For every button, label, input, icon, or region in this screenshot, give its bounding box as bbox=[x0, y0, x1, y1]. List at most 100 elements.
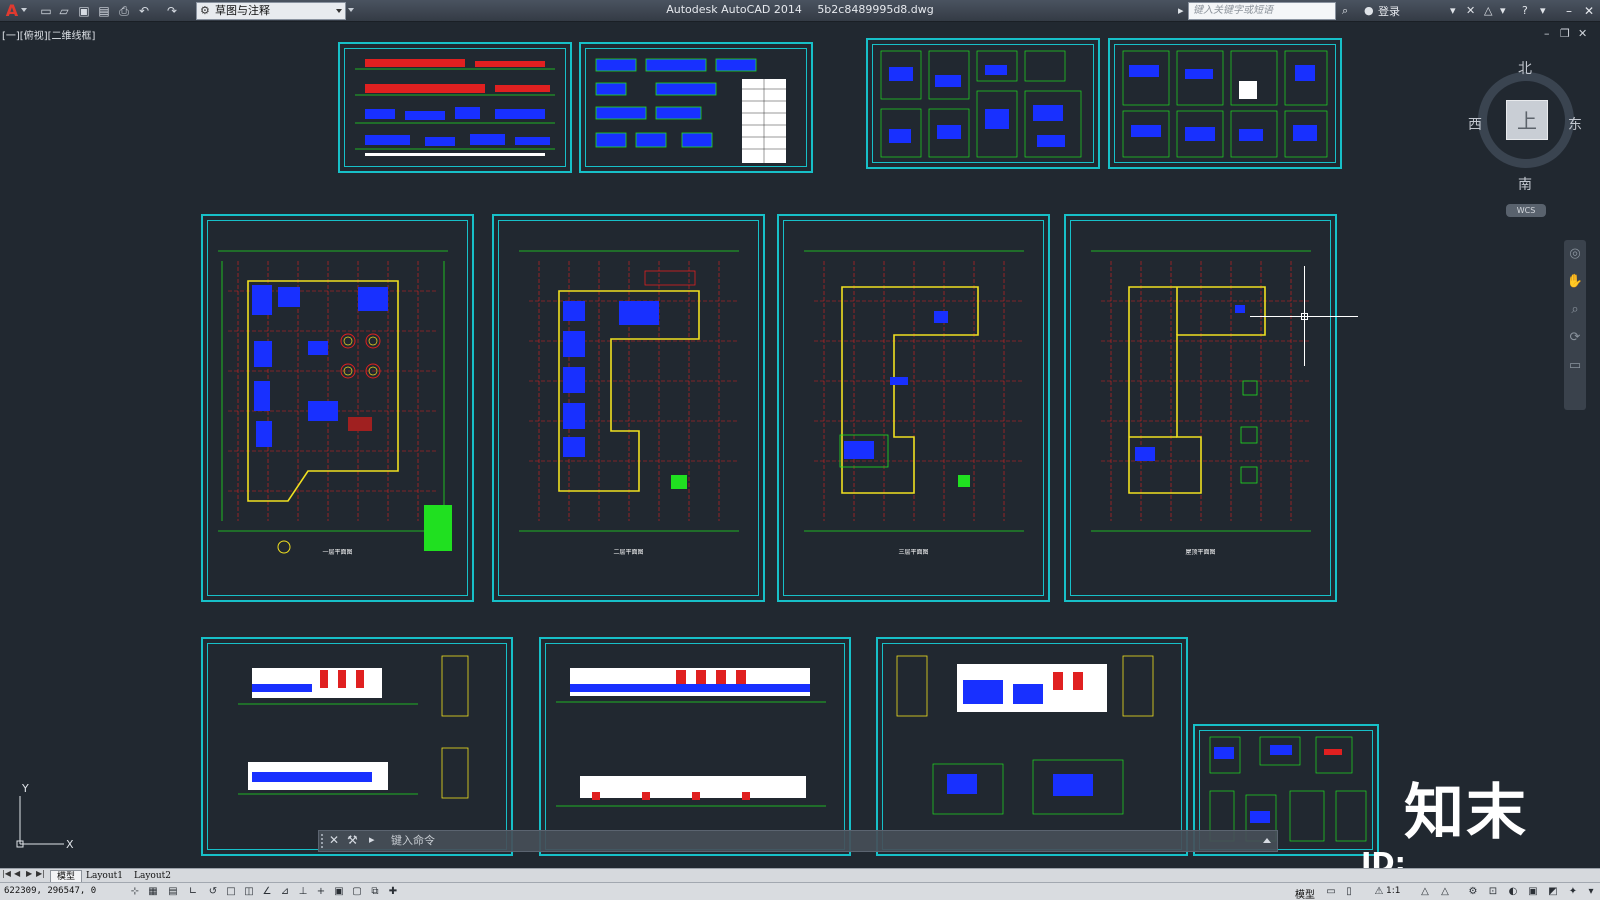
drawing-sheet-details-2 bbox=[579, 42, 813, 173]
viewcube[interactable]: 上 北 南 东 西 WCS bbox=[1468, 58, 1588, 217]
user-icon[interactable]: ● bbox=[1364, 3, 1374, 19]
command-input[interactable]: 键入命令 bbox=[391, 832, 1251, 850]
detail-drawings bbox=[595, 58, 786, 163]
quick-view-layouts-icon[interactable]: ▭ bbox=[1324, 885, 1338, 899]
viewport-controls-label[interactable]: [一][俯视][二维线框] bbox=[2, 27, 95, 42]
customize-toolbar-icon[interactable] bbox=[348, 8, 354, 12]
object-snap-tracking-icon[interactable]: ∠ bbox=[260, 885, 274, 899]
chevron-down-icon[interactable]: ▾ bbox=[1450, 3, 1456, 19]
redo-icon[interactable]: ↷ bbox=[164, 3, 180, 19]
drawing-sheet-wall-details bbox=[1108, 38, 1342, 169]
selection-cycling-icon[interactable]: ⧉ bbox=[368, 885, 382, 899]
search-expand-icon[interactable]: ▸ bbox=[1178, 3, 1184, 19]
coordinate-readout[interactable]: 622309, 296547, 0 bbox=[4, 886, 96, 896]
drawing-sheet-details-1 bbox=[338, 42, 572, 173]
tab-layout2[interactable]: Layout2 bbox=[128, 870, 177, 882]
compass-north[interactable]: 北 bbox=[1518, 58, 1532, 78]
section-drawing bbox=[896, 655, 1154, 815]
minimize-icon[interactable]: – bbox=[1560, 2, 1578, 20]
chevron-up-icon[interactable] bbox=[1263, 838, 1271, 843]
tab-model[interactable]: 模型 bbox=[50, 870, 83, 882]
open-folder-icon[interactable]: ▱ bbox=[56, 3, 72, 19]
new-file-icon[interactable]: ▭ bbox=[38, 3, 54, 19]
annotation-scale-icon[interactable]: ⚠ bbox=[1372, 885, 1386, 899]
lineweight-icon[interactable]: + bbox=[314, 885, 328, 899]
steering-wheel-icon[interactable]: ◎ bbox=[1564, 240, 1586, 268]
help-search-input[interactable]: 键入关键字或短语 bbox=[1188, 2, 1336, 20]
compass-west[interactable]: 西 bbox=[1468, 114, 1482, 134]
orbit-icon[interactable]: ⟳ bbox=[1564, 324, 1586, 352]
compass-east[interactable]: 东 bbox=[1568, 114, 1582, 134]
prev-tab-icon[interactable]: ◀ bbox=[14, 869, 20, 878]
recent-commands-icon[interactable]: ▸ bbox=[369, 833, 375, 846]
binoculars-icon[interactable]: ⌕ bbox=[1342, 3, 1348, 19]
pan-icon[interactable]: ✋ bbox=[1564, 268, 1586, 296]
a360-icon[interactable]: △ bbox=[1484, 3, 1492, 19]
help-icon[interactable]: ? bbox=[1522, 3, 1528, 19]
dynamic-ucs-icon[interactable]: ⊿ bbox=[278, 885, 292, 899]
chevron-down-icon[interactable]: ▾ bbox=[1584, 885, 1598, 899]
object-snap-icon[interactable]: □ bbox=[224, 885, 238, 899]
ucs-icon: Y X bbox=[16, 782, 74, 851]
transparency-icon[interactable]: ▣ bbox=[332, 885, 346, 899]
drawing-canvas[interactable]: [一][俯视][二维线框] – ❐ ✕ 一层平面图 二层平面图 三层平面图 屋顶… bbox=[0, 22, 1600, 868]
command-line[interactable]: ✕ ⚒ ▸ 键入命令 bbox=[318, 830, 1278, 852]
svg-text:X: X bbox=[66, 838, 74, 851]
lightbulb-icon[interactable]: ✦ bbox=[1566, 885, 1580, 899]
grid-display-icon[interactable]: ▤ bbox=[166, 885, 180, 899]
infer-constraints-icon[interactable]: ⊹ bbox=[128, 885, 142, 899]
viewport-minimize-icon[interactable]: – bbox=[1544, 27, 1550, 40]
polar-tracking-icon[interactable]: ↺ bbox=[206, 885, 220, 899]
tab-layout1[interactable]: Layout1 bbox=[80, 870, 129, 882]
lock-ui-icon[interactable]: ⊡ bbox=[1486, 885, 1500, 899]
undo-icon[interactable]: ↶ bbox=[136, 3, 152, 19]
annotation-visibility-icon[interactable]: △ bbox=[1418, 885, 1432, 899]
close-icon[interactable]: ✕ bbox=[329, 833, 339, 847]
snap-mode-icon[interactable]: ▦ bbox=[146, 885, 160, 899]
id-watermark: ID: 1107741485 bbox=[1361, 846, 1406, 868]
quick-properties-icon[interactable]: ▢ bbox=[350, 885, 364, 899]
workspace-dropdown[interactable]: ⚙ 草图与注释 bbox=[196, 2, 346, 20]
3d-object-snap-icon[interactable]: ◫ bbox=[242, 885, 256, 899]
viewport-close-icon[interactable]: ✕ bbox=[1578, 27, 1587, 40]
wrench-icon[interactable]: ⚒ bbox=[347, 833, 358, 847]
save-as-icon[interactable]: ▤ bbox=[96, 3, 112, 19]
drawing-sheet-roof-plan: 屋顶平面图 bbox=[1064, 214, 1337, 602]
ortho-mode-icon[interactable]: ∟ bbox=[186, 885, 200, 899]
zoom-icon[interactable]: ⌕ bbox=[1564, 296, 1586, 324]
annotation-monitor-icon[interactable]: ✚ bbox=[386, 885, 400, 899]
clean-screen-icon[interactable]: ◩ bbox=[1546, 885, 1560, 899]
quick-view-drawings-icon[interactable]: ▯ bbox=[1342, 885, 1356, 899]
dynamic-input-icon[interactable]: ⊥ bbox=[296, 885, 310, 899]
compass-south[interactable]: 南 bbox=[1518, 174, 1532, 194]
drag-handle[interactable] bbox=[321, 834, 325, 848]
viewport-restore-icon[interactable]: ❐ bbox=[1560, 27, 1570, 40]
close-icon[interactable]: ✕ bbox=[1580, 2, 1598, 20]
last-tab-icon[interactable]: ▶| bbox=[36, 869, 45, 878]
login-button[interactable]: 登录 bbox=[1378, 3, 1400, 19]
autocad-window: A ▭ ▱ ▣ ▤ ⎙ ↶ ↷ ⚙ 草图与注释 Autodesk AutoCAD… bbox=[0, 0, 1600, 900]
next-tab-icon[interactable]: ▶ bbox=[26, 869, 32, 878]
chevron-down-icon bbox=[336, 9, 342, 13]
chevron-down-icon[interactable] bbox=[21, 8, 27, 12]
annotation-scale-value[interactable]: 1:1 bbox=[1386, 886, 1400, 896]
showmotion-icon[interactable]: ▭ bbox=[1564, 352, 1586, 380]
elevation-drawing bbox=[238, 655, 469, 799]
exchange-icon[interactable]: ✕ bbox=[1466, 3, 1475, 19]
elevation-drawing bbox=[556, 668, 826, 807]
chevron-down-icon[interactable]: ▾ bbox=[1540, 3, 1546, 19]
wcs-menu-button[interactable]: WCS bbox=[1506, 204, 1546, 217]
hardware-acceleration-icon[interactable]: ▣ bbox=[1526, 885, 1540, 899]
gear-icon: ⚙ bbox=[200, 4, 210, 17]
auto-scale-icon[interactable]: △ bbox=[1438, 885, 1452, 899]
chevron-down-icon[interactable]: ▾ bbox=[1500, 3, 1506, 19]
isolate-objects-icon[interactable]: ◐ bbox=[1506, 885, 1520, 899]
first-tab-icon[interactable]: |◀ bbox=[2, 869, 11, 878]
application-menu-button[interactable]: A bbox=[2, 2, 22, 20]
workspace-switching-icon[interactable]: ⚙ bbox=[1466, 885, 1480, 899]
save-icon[interactable]: ▣ bbox=[76, 3, 92, 19]
floor-plan-drawing bbox=[519, 250, 739, 532]
model-space-button[interactable]: 模型 bbox=[1295, 886, 1315, 900]
viewcube-top-face[interactable]: 上 bbox=[1506, 100, 1548, 140]
print-icon[interactable]: ⎙ bbox=[116, 3, 132, 19]
